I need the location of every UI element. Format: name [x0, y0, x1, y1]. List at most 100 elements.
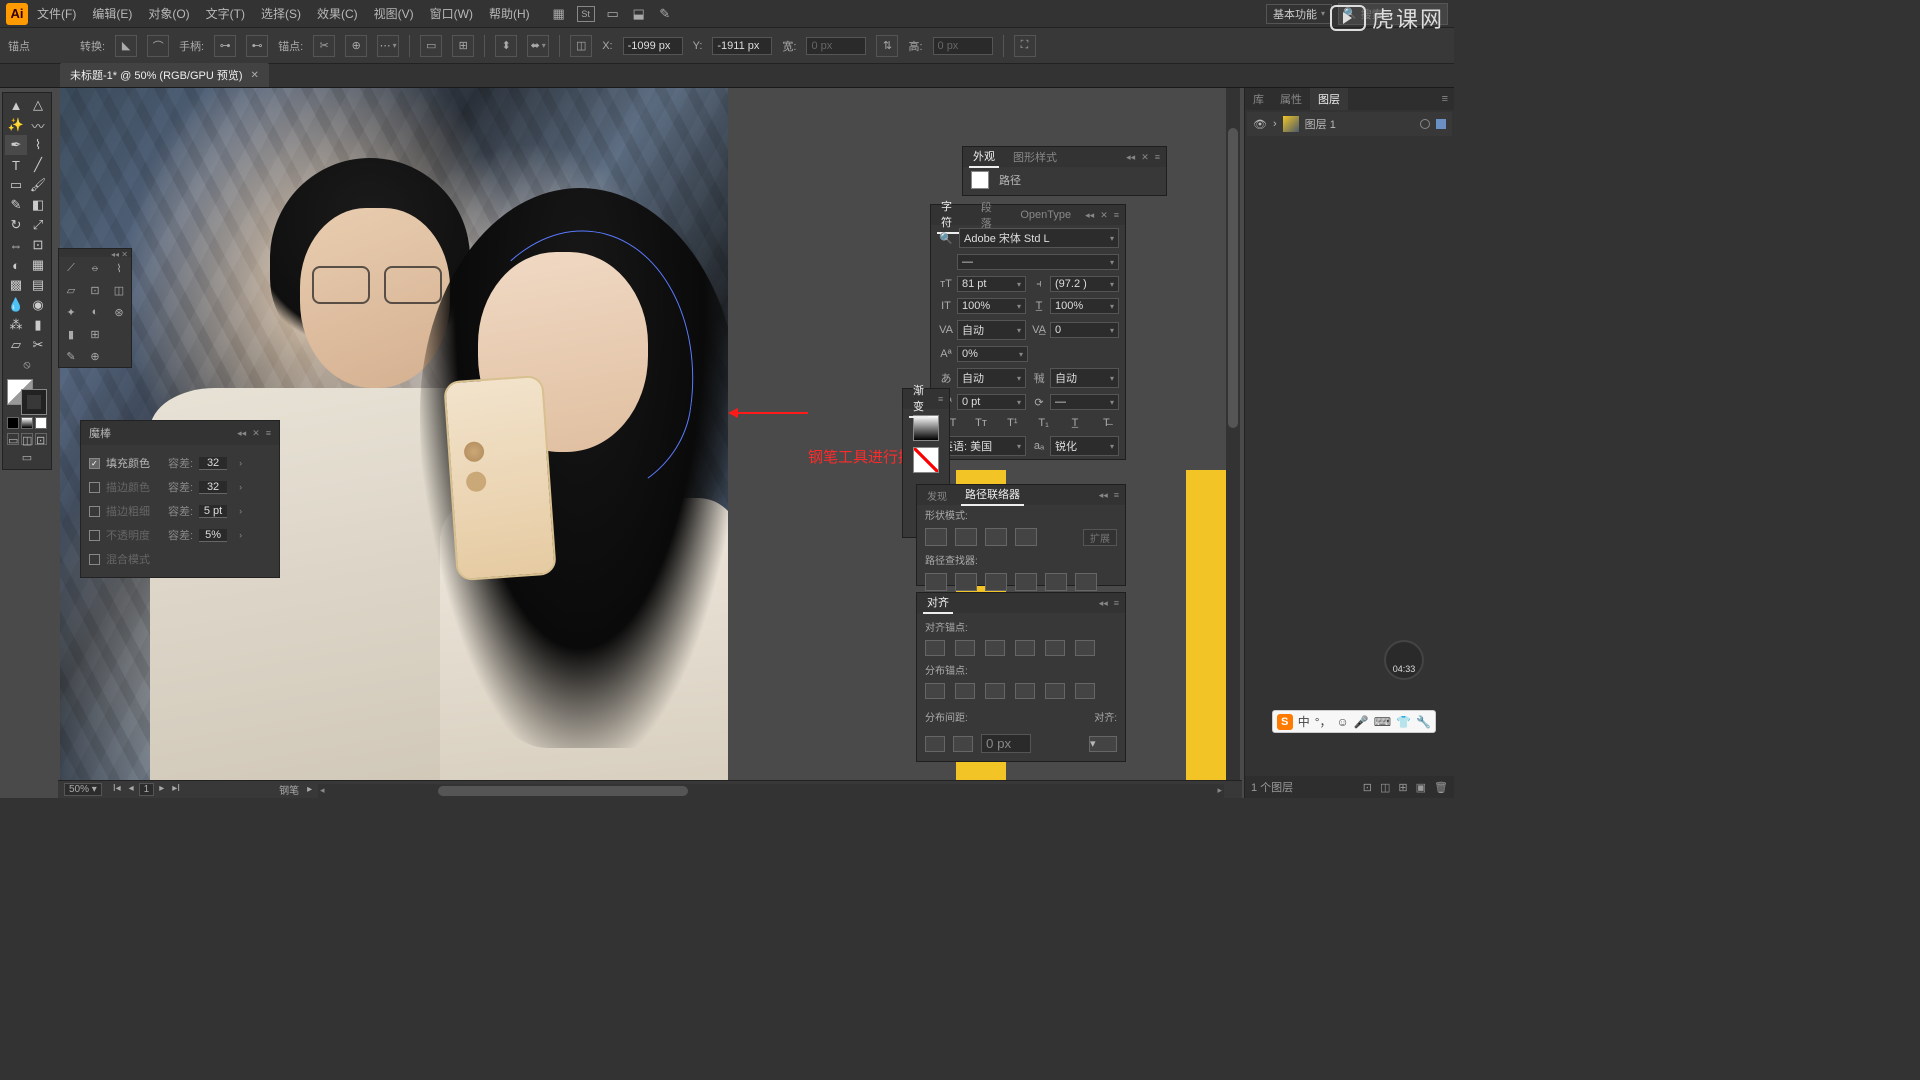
next-artboard-icon[interactable]: ▸: [156, 783, 167, 796]
ime-toolbar[interactable]: S 中 °， ☺ 🎤 ⌨ 👕 🔧: [1272, 710, 1436, 733]
mw-stroke-checkbox[interactable]: [89, 482, 100, 493]
mw-option-fill[interactable]: 填充颜色 容差: 32 ›: [89, 451, 271, 475]
tp-extra1[interactable]: ◐: [83, 301, 107, 323]
menu-help[interactable]: 帮助(H): [482, 2, 537, 25]
delete-layer-icon[interactable]: 🗑: [1434, 781, 1448, 794]
rectangle-tool[interactable]: ▭: [5, 175, 27, 195]
vscale-input[interactable]: 100%: [957, 298, 1026, 314]
align-tab[interactable]: 对齐: [923, 592, 953, 614]
align-right[interactable]: [985, 640, 1005, 656]
color-none[interactable]: [35, 417, 47, 429]
tp-clone[interactable]: ⊕: [83, 345, 107, 367]
dist-top[interactable]: [925, 683, 945, 699]
new-layer-icon[interactable]: ▣: [1416, 781, 1426, 794]
graphic-styles-tab[interactable]: 图形样式: [1009, 147, 1061, 167]
aki2-input[interactable]: —: [1050, 394, 1119, 410]
libraries-tab[interactable]: 库: [1245, 88, 1272, 110]
tp-extra2[interactable]: ⊛: [107, 301, 131, 323]
eraser-tool[interactable]: ◧: [27, 195, 49, 215]
kerning-input[interactable]: 自动: [957, 320, 1026, 340]
convert-corner-button[interactable]: ◣: [115, 35, 137, 57]
free-transform-tool[interactable]: ⊡: [27, 235, 49, 255]
leading-input[interactable]: (97.2 ): [1050, 276, 1119, 292]
properties-tab[interactable]: 属性: [1272, 88, 1310, 110]
tp-graph[interactable]: ▮: [59, 323, 83, 345]
column-graph-tool[interactable]: ▮: [27, 315, 49, 335]
color-gradient[interactable]: [21, 417, 33, 429]
crop-button[interactable]: ⊞: [452, 35, 474, 57]
dist-hspace[interactable]: [953, 736, 973, 752]
artboard-tool[interactable]: ▱: [5, 335, 27, 355]
layer-thumbnail[interactable]: [1283, 116, 1299, 132]
tp-persp[interactable]: ◫: [107, 279, 131, 301]
menu-edit[interactable]: 编辑(E): [85, 2, 139, 25]
menu-effect[interactable]: 效果(C): [310, 2, 365, 25]
shape-builder-tool[interactable]: ◐: [5, 255, 27, 275]
gradient-swatch[interactable]: [913, 415, 939, 441]
gpu-icon[interactable]: ⬓: [631, 6, 647, 22]
anchor-remove-button[interactable]: ✂: [313, 35, 335, 57]
type-tool[interactable]: T: [5, 155, 27, 175]
pf-intersect[interactable]: [985, 528, 1007, 546]
direct-selection-tool[interactable]: △: [27, 95, 49, 115]
tt-small[interactable]: Tт: [968, 417, 993, 429]
magic-wand-tool[interactable]: ✨: [5, 115, 27, 135]
dist-vspace[interactable]: [925, 736, 945, 752]
dist-left[interactable]: [1015, 683, 1035, 699]
pf-tab-extra[interactable]: 发现: [923, 486, 951, 505]
no-edit-tool[interactable]: ⦸: [5, 355, 49, 375]
layer-name[interactable]: 图层 1: [1305, 116, 1414, 132]
document-tab[interactable]: 未标题-1* @ 50% (RGB/GPU 预览) ✕: [60, 63, 269, 87]
tp-distort[interactable]: ▱: [59, 279, 83, 301]
y-input[interactable]: [712, 37, 772, 55]
tt-super[interactable]: T¹: [1000, 417, 1025, 429]
perspective-tool[interactable]: ▦: [27, 255, 49, 275]
tp-free[interactable]: ⊡: [83, 279, 107, 301]
mw-opacity-checkbox[interactable]: [89, 530, 100, 541]
anchor-more-button[interactable]: ⋯: [377, 35, 399, 57]
align-left[interactable]: [925, 640, 945, 656]
pathfinder-tab[interactable]: 路径联络器: [961, 484, 1024, 506]
font-search-icon[interactable]: 🔍: [937, 232, 955, 245]
horizontal-scrollbar[interactable]: ◂ ▸: [318, 784, 1224, 798]
menu-file[interactable]: 文件(F): [30, 2, 83, 25]
w-input[interactable]: [806, 37, 866, 55]
expand-icon[interactable]: ›: [1273, 118, 1277, 130]
mw-blend-checkbox[interactable]: [89, 554, 100, 565]
font-style-dropdown[interactable]: —: [957, 254, 1119, 270]
panel-menu-icon[interactable]: ≡: [266, 428, 271, 439]
draw-inside[interactable]: ⊡: [35, 433, 47, 445]
link-wh-button[interactable]: ⇅: [876, 35, 898, 57]
font-size-input[interactable]: 81 pt: [957, 276, 1026, 292]
tp-chart[interactable]: ⊞: [83, 323, 107, 345]
prev-artboard-icon[interactable]: ◂: [126, 783, 137, 796]
tab-close-icon[interactable]: ✕: [251, 70, 259, 81]
baseline-input[interactable]: 0%: [957, 346, 1028, 362]
transform-panel-header[interactable]: ◂◂ ✕: [59, 249, 131, 257]
menu-object[interactable]: 对象(O): [141, 2, 196, 25]
appearance-tab[interactable]: 外观: [969, 146, 999, 168]
shape-button[interactable]: ◫: [570, 35, 592, 57]
stroke-swatch[interactable]: [21, 389, 47, 415]
pen-tool[interactable]: ✒: [5, 135, 27, 155]
tt-underline[interactable]: T̲: [1062, 417, 1087, 429]
gradient-fill-stroke[interactable]: [913, 447, 939, 473]
pf-outline[interactable]: [1045, 573, 1067, 591]
symbol-sprayer-tool[interactable]: ⁂: [5, 315, 27, 335]
font-family-dropdown[interactable]: Adobe 宋体 Std L: [959, 228, 1119, 248]
aki-input[interactable]: 0 pt: [957, 394, 1026, 410]
appearance-thumb[interactable]: [971, 171, 989, 189]
pf-merge[interactable]: [985, 573, 1007, 591]
gradient-tool[interactable]: ▤: [27, 275, 49, 295]
vertical-scrollbar[interactable]: [1226, 88, 1240, 780]
draw-normal[interactable]: ▭: [7, 433, 19, 445]
language-dropdown[interactable]: 英语: 美国: [937, 436, 1026, 456]
eyedropper-tool[interactable]: 💧: [5, 295, 27, 315]
feedback-icon[interactable]: ✎: [657, 6, 673, 22]
dist-bottom[interactable]: [985, 683, 1005, 699]
visibility-icon[interactable]: 👁: [1253, 118, 1267, 131]
locate-object-icon[interactable]: ⊡: [1363, 781, 1372, 794]
tt-strike[interactable]: T̶: [1094, 417, 1119, 429]
auto2-input[interactable]: 自动: [1050, 368, 1119, 388]
align-bottom[interactable]: [1075, 640, 1095, 656]
